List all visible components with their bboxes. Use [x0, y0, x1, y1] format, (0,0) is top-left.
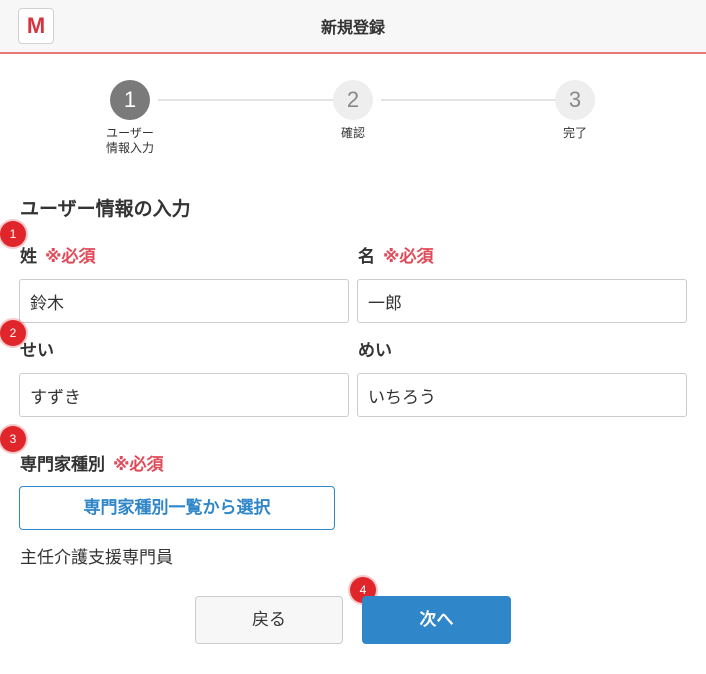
step-label: ユーザー 情報入力 — [105, 126, 154, 155]
last-name-label: 姓 ※必須 — [20, 242, 96, 267]
first-name-label-text: 名 — [358, 247, 375, 267]
app-header: M 新規登録 — [0, 0, 706, 54]
specialty-label-text: 専門家種別 — [20, 455, 105, 475]
next-button[interactable]: 次へ — [362, 596, 511, 644]
step-complete: 3 完了 — [525, 80, 625, 141]
first-name-kana-input[interactable] — [357, 373, 687, 417]
step-number: 3 — [555, 80, 595, 120]
last-name-kana-input[interactable] — [19, 373, 349, 417]
step-number: 1 — [110, 80, 150, 120]
last-name-input[interactable] — [19, 279, 349, 323]
step-label: 完了 — [562, 126, 587, 140]
page-title: 新規登録 — [320, 18, 385, 37]
select-specialty-button[interactable]: 専門家種別一覧から選択 — [19, 486, 335, 530]
specialty-label: 専門家種別 ※必須 — [20, 450, 164, 475]
selected-specialty: 主任介護支援専門員 — [20, 548, 173, 568]
last-name-kana-label: せい — [20, 341, 54, 361]
annotation-badge-3: 3 — [0, 426, 26, 452]
step-number: 2 — [333, 80, 373, 120]
last-name-label-text: 姓 — [20, 247, 37, 267]
back-button[interactable]: 戻る — [195, 596, 343, 644]
first-name-input[interactable] — [357, 279, 687, 323]
required-mark: ※必須 — [383, 247, 434, 267]
first-name-label: 名 ※必須 — [358, 242, 434, 267]
step-user-info: 1 ユーザー 情報入力 — [80, 80, 180, 156]
required-mark: ※必須 — [45, 247, 96, 267]
step-label: 確認 — [340, 126, 365, 140]
step-confirm: 2 確認 — [303, 80, 403, 141]
section-title: ユーザー情報の入力 — [20, 198, 191, 220]
progress-stepper: 1 ユーザー 情報入力 2 確認 3 完了 — [0, 80, 706, 170]
first-name-kana-label: めい — [358, 341, 392, 361]
required-mark: ※必須 — [113, 455, 164, 475]
